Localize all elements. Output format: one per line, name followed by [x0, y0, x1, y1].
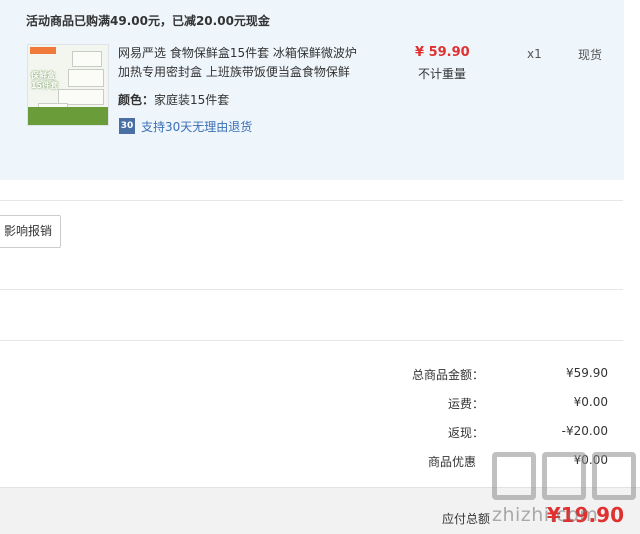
summary-label: 运费：: [447, 397, 484, 411]
summary-label: 返现：: [447, 426, 484, 440]
color-label: 颜色：: [118, 93, 155, 107]
divider: [0, 200, 623, 201]
summary-row-discount: 商品优惠 ¥0.00: [0, 453, 624, 473]
promo-title: 活动商品已购满49.00元，已减20.00元现金: [26, 14, 270, 28]
reimburse-button[interactable]: 影响报销: [0, 215, 61, 248]
return-30-icon: 30: [119, 118, 135, 134]
summary-value: -¥20.00: [561, 424, 608, 438]
product-thumbnail[interactable]: 保鲜盒 15件套: [27, 44, 109, 126]
color-value: 家庭装15件套: [154, 93, 230, 107]
thumbnail-base: [28, 107, 108, 125]
summary-value: ¥0.00: [573, 453, 608, 467]
brand-badge-icon: [30, 47, 56, 54]
payment-footer: 应付总额 ¥19.90: [0, 487, 640, 534]
thumbnail-label: 保鲜盒 15件套: [31, 71, 59, 90]
divider: [0, 289, 623, 290]
product-price: ¥ 59.90: [415, 45, 470, 60]
stock-status: 现货: [578, 48, 603, 62]
weight-note: 不计重量: [418, 67, 467, 81]
summary-label: 总商品金额：: [411, 368, 484, 382]
container-icon: [68, 69, 104, 87]
summary-value: ¥0.00: [573, 395, 608, 409]
product-name-link[interactable]: 网易严选 食物保鲜盒15件套 冰箱保鲜微波炉加热专用密封盒 上班族带饭便当盒食物…: [118, 44, 368, 82]
payable-label: 应付总额: [441, 512, 490, 526]
summary-row-cashback: 返现： -¥20.00: [0, 424, 624, 444]
payable-amount: ¥19.90: [546, 503, 624, 527]
summary-row-shipping: 运费： ¥0.00: [0, 395, 624, 415]
summary-value: ¥59.90: [566, 366, 608, 380]
promo-panel: 活动商品已购满49.00元，已减20.00元现金 保鲜盒 15件套 网易严选 食…: [0, 0, 624, 180]
container-icon: [72, 51, 102, 67]
divider: [0, 340, 623, 341]
product-color: 颜色：家庭装15件套: [118, 91, 229, 108]
return-policy-link[interactable]: 支持30天无理由退货: [141, 118, 252, 135]
summary-label: 商品优惠: [427, 455, 476, 469]
summary-row-total: 总商品金额： ¥59.90: [0, 366, 624, 386]
product-quantity: x1: [527, 47, 542, 61]
